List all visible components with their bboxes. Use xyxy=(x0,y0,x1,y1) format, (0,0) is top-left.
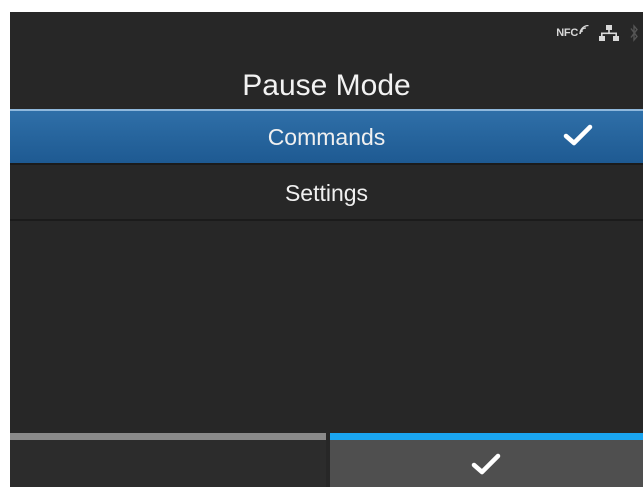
wired-network-icon xyxy=(599,25,619,41)
confirm-softkey[interactable] xyxy=(330,433,643,487)
page-title: Pause Mode xyxy=(242,69,411,102)
status-bar: NFC xyxy=(503,12,643,52)
softkey-bar xyxy=(10,433,643,487)
nfc-label: NFC xyxy=(556,27,578,39)
menu-item-commands[interactable]: Commands xyxy=(10,109,643,165)
bluetooth-icon xyxy=(630,24,638,42)
nfc-wave-icon xyxy=(579,25,589,35)
nfc-icon: NFC xyxy=(556,25,589,39)
menu-item-label: Commands xyxy=(267,124,386,150)
check-icon xyxy=(471,453,501,475)
left-softkey[interactable] xyxy=(10,433,326,487)
menu-item-settings[interactable]: Settings xyxy=(10,165,643,221)
check-icon xyxy=(563,124,593,146)
menu-item-label: Settings xyxy=(284,180,369,206)
printer-screen: NFC Pause Mode Commands Settings xyxy=(10,12,643,487)
menu-list: Commands Settings xyxy=(10,109,643,221)
status-icons: NFC xyxy=(556,24,639,42)
